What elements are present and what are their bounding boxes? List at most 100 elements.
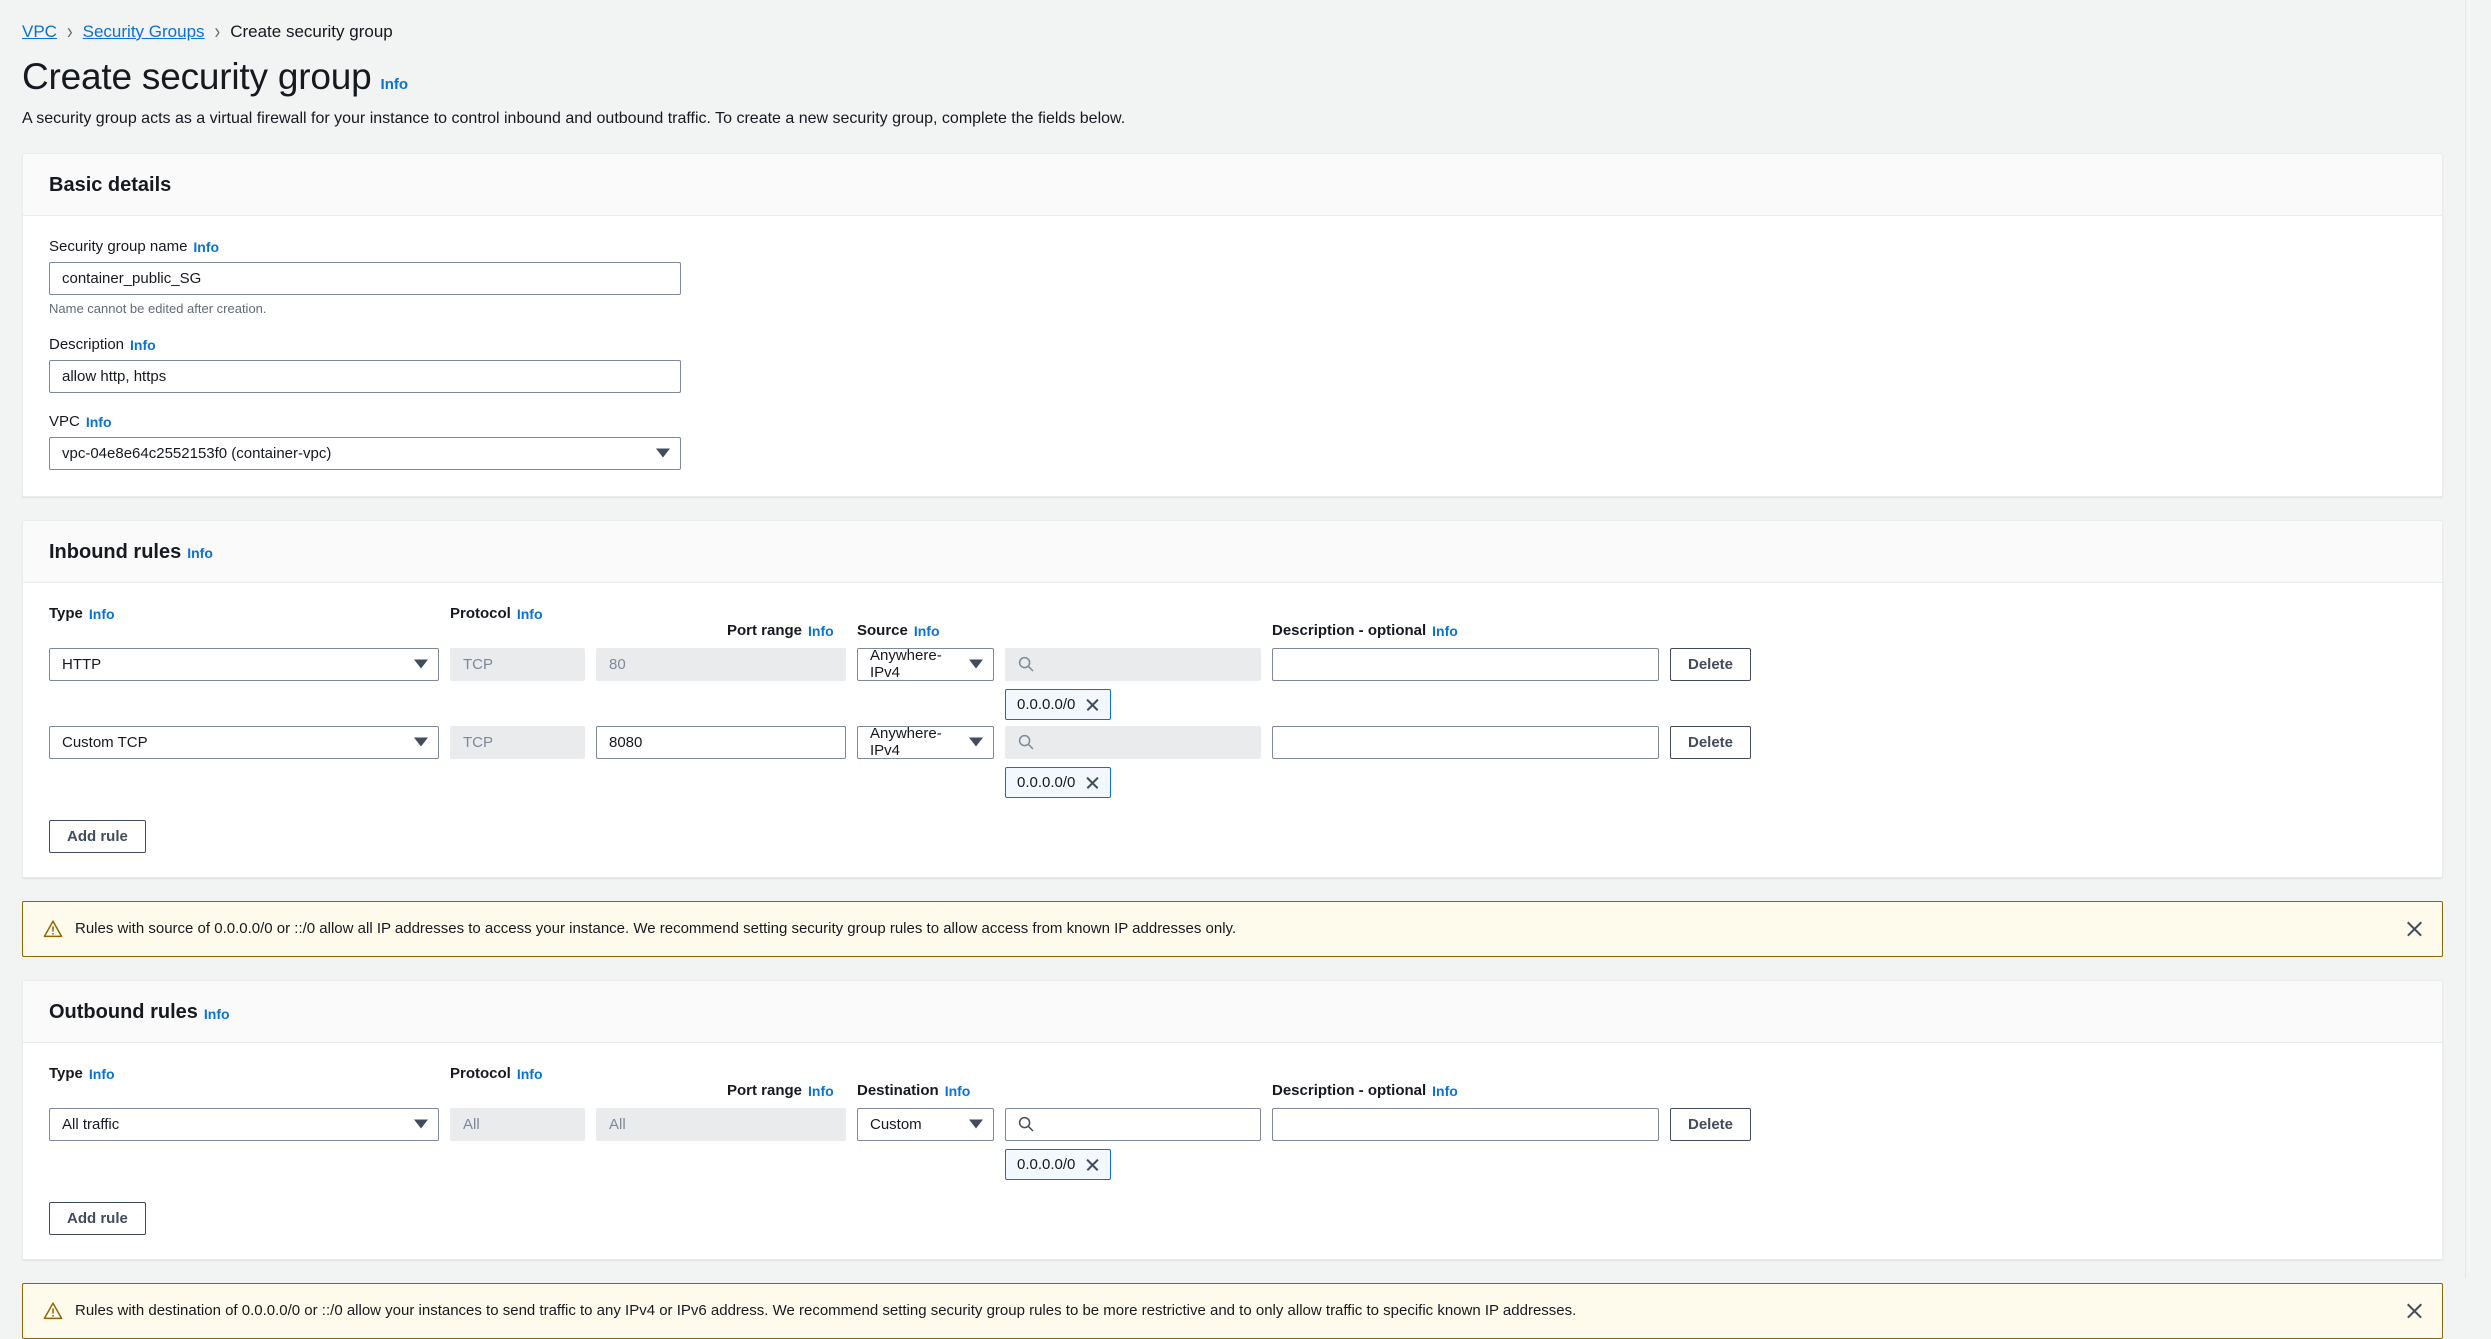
outbound-rules-info-link[interactable]: Info [204, 1006, 230, 1022]
inbound-rule-source-token[interactable]: 0.0.0.0/0 [1005, 766, 1112, 798]
inbound-rule-source-search-input [1005, 647, 1261, 681]
inbound-rule-type-cell: Custom TCP [49, 725, 439, 759]
security-group-name-input[interactable] [49, 261, 681, 295]
inbound-rule-description-input[interactable] [1272, 725, 1659, 759]
description-label-text: Description [49, 335, 125, 353]
vpc-select-wrapper: vpc-04e8e64c2552153f0 (container-vpc) [49, 436, 681, 470]
outbound-rule-row: All traffic All All Custom 0.0.0.0/0 Del… [49, 1107, 2416, 1180]
close-icon[interactable] [2405, 1301, 2424, 1320]
search-icon [1018, 734, 1034, 750]
basic-details-container: Basic details Security group name Info Na… [22, 152, 2443, 497]
outbound-rule-description-cell [1272, 1107, 1659, 1141]
outbound-rule-port-input: All [596, 1107, 846, 1141]
basic-details-body: Security group name Info Name cannot be e… [23, 216, 2442, 496]
outbound-column-protocol: Protocol Info [450, 1065, 846, 1082]
inbound-column-type-text: Type [49, 604, 83, 622]
outbound-rule-delete-button[interactable]: Delete [1670, 1107, 1752, 1141]
outbound-rule-type-select[interactable]: All traffic [49, 1107, 439, 1141]
inbound-column-port-range-text: Port range [727, 621, 803, 639]
vpc-info-link[interactable]: Info [86, 414, 112, 430]
outbound-rule-port-cell: All [596, 1107, 846, 1141]
outbound-rule-protocol-input: All [450, 1107, 585, 1141]
inbound-rule-delete-button[interactable]: Delete [1670, 647, 1752, 681]
page-scrollbar[interactable] [2465, 0, 2491, 1278]
close-icon[interactable] [1085, 697, 1100, 712]
vpc-select[interactable]: vpc-04e8e64c2552153f0 (container-vpc) [49, 436, 681, 470]
description-info-link[interactable]: Info [130, 337, 156, 353]
inbound-rule-row: Custom TCP TCP Anywhere-IPv4 [49, 725, 2416, 798]
inbound-add-rule-wrapper: Add rule [49, 819, 2416, 853]
search-icon [1018, 1116, 1034, 1132]
outbound-add-rule-wrapper: Add rule [49, 1201, 2416, 1235]
description-input[interactable] [49, 359, 681, 393]
inbound-rules-header: Inbound rules Info [23, 520, 2442, 583]
inbound-column-port-range-info-link[interactable]: Info [808, 623, 834, 639]
outbound-column-description-info-link[interactable]: Info [1432, 1083, 1458, 1099]
outbound-rule-destination-token-label: 0.0.0.0/0 [1017, 1155, 1076, 1173]
inbound-rule-source-type-select[interactable]: Anywhere-IPv4 [857, 725, 994, 759]
inbound-rule-protocol-cell: TCP [450, 725, 585, 759]
outbound-rules-header: Outbound rules Info [23, 980, 2442, 1043]
page-title-info-link[interactable]: Info [381, 76, 409, 93]
outbound-rule-description-input[interactable] [1272, 1107, 1659, 1141]
inbound-column-protocol-info-link[interactable]: Info [517, 606, 543, 622]
outbound-column-port-range-info-link[interactable]: Info [808, 1083, 834, 1099]
outbound-column-protocol-info-link[interactable]: Info [517, 1066, 543, 1082]
inbound-rule-source-search-input [1005, 725, 1261, 759]
inbound-rule-source-search-cell: 0.0.0.0/0 [1005, 725, 1261, 798]
inbound-rule-description-input[interactable] [1272, 647, 1659, 681]
inbound-rule-source-type-cell: Anywhere-IPv4 [857, 647, 994, 681]
search-icon [1018, 656, 1034, 672]
inbound-rule-source-token-label: 0.0.0.0/0 [1017, 695, 1076, 713]
inbound-rule-protocol-input: TCP [450, 725, 585, 759]
inbound-column-description-info-link[interactable]: Info [1432, 623, 1458, 639]
breadcrumb-item-current: Create security group [230, 22, 393, 41]
vpc-label: VPC Info [49, 413, 2416, 430]
close-icon[interactable] [2405, 919, 2424, 938]
inbound-rule-port-input[interactable] [596, 725, 846, 759]
inbound-column-source: Source Info [857, 622, 1261, 639]
inbound-rule-type-select[interactable]: HTTP [49, 647, 439, 681]
page-header: Create security group Info A security gro… [0, 42, 2465, 130]
outbound-rules-container: Outbound rules Info Type Info Protocol Info… [22, 979, 2443, 1260]
inbound-column-protocol-text: Protocol [450, 604, 511, 622]
inbound-rule-protocol-cell: TCP [450, 647, 585, 681]
page-root: VPC › Security Groups › Create security … [0, 0, 2465, 1339]
vpc-field: VPC Info vpc-04e8e64c2552153f0 (container… [49, 413, 2416, 470]
outbound-rules-column-headers: Type Info Protocol Info Port range Info Des… [49, 1065, 2416, 1099]
inbound-rule-type-select[interactable]: Custom TCP [49, 725, 439, 759]
outbound-rule-destination-search-input[interactable] [1005, 1107, 1261, 1141]
inbound-rule-type-cell: HTTP [49, 647, 439, 681]
inbound-column-source-info-link[interactable]: Info [914, 623, 940, 639]
inbound-rule-source-type-select[interactable]: Anywhere-IPv4 [857, 647, 994, 681]
outbound-column-type-info-link[interactable]: Info [89, 1066, 115, 1082]
description-label: Description Info [49, 336, 2416, 353]
warning-icon [43, 1301, 63, 1321]
outbound-warning-text: Rules with destination of 0.0.0.0/0 or :… [75, 1302, 1577, 1320]
breadcrumb-separator-icon: › [214, 19, 221, 44]
outbound-column-destination-info-link[interactable]: Info [945, 1083, 971, 1099]
inbound-rules-info-link[interactable]: Info [187, 545, 213, 561]
breadcrumb-item-vpc[interactable]: VPC [22, 22, 57, 42]
outbound-rule-destination-search-cell: 0.0.0.0/0 [1005, 1107, 1261, 1180]
vpc-label-text: VPC [49, 412, 80, 430]
outbound-rule-destination-type-select[interactable]: Custom [857, 1107, 994, 1141]
breadcrumb-item-security-groups[interactable]: Security Groups [83, 22, 205, 42]
inbound-warning-text: Rules with source of 0.0.0.0/0 or ::/0 a… [75, 920, 1237, 937]
inbound-rule-description-cell [1272, 647, 1659, 681]
inbound-rules-body: Type Info Protocol Info Port range Info Sou… [23, 583, 2442, 877]
outbound-add-rule-button[interactable]: Add rule [49, 1201, 146, 1235]
warning-icon [43, 919, 63, 939]
inbound-column-type-info-link[interactable]: Info [89, 606, 115, 622]
security-group-name-info-link[interactable]: Info [193, 239, 219, 255]
outbound-rule-destination-token[interactable]: 0.0.0.0/0 [1005, 1148, 1112, 1180]
inbound-rule-source-token[interactable]: 0.0.0.0/0 [1005, 688, 1112, 720]
inbound-add-rule-button[interactable]: Add rule [49, 819, 146, 853]
close-icon[interactable] [1085, 775, 1100, 790]
close-icon[interactable] [1085, 1157, 1100, 1172]
outbound-warning-alert: Rules with destination of 0.0.0.0/0 or :… [22, 1282, 2443, 1339]
inbound-rule-delete-button[interactable]: Delete [1670, 725, 1752, 759]
outbound-rule-destination-type-cell: Custom [857, 1107, 994, 1141]
outbound-rules-title: Outbound rules [49, 1000, 198, 1023]
basic-details-header: Basic details [23, 153, 2442, 216]
